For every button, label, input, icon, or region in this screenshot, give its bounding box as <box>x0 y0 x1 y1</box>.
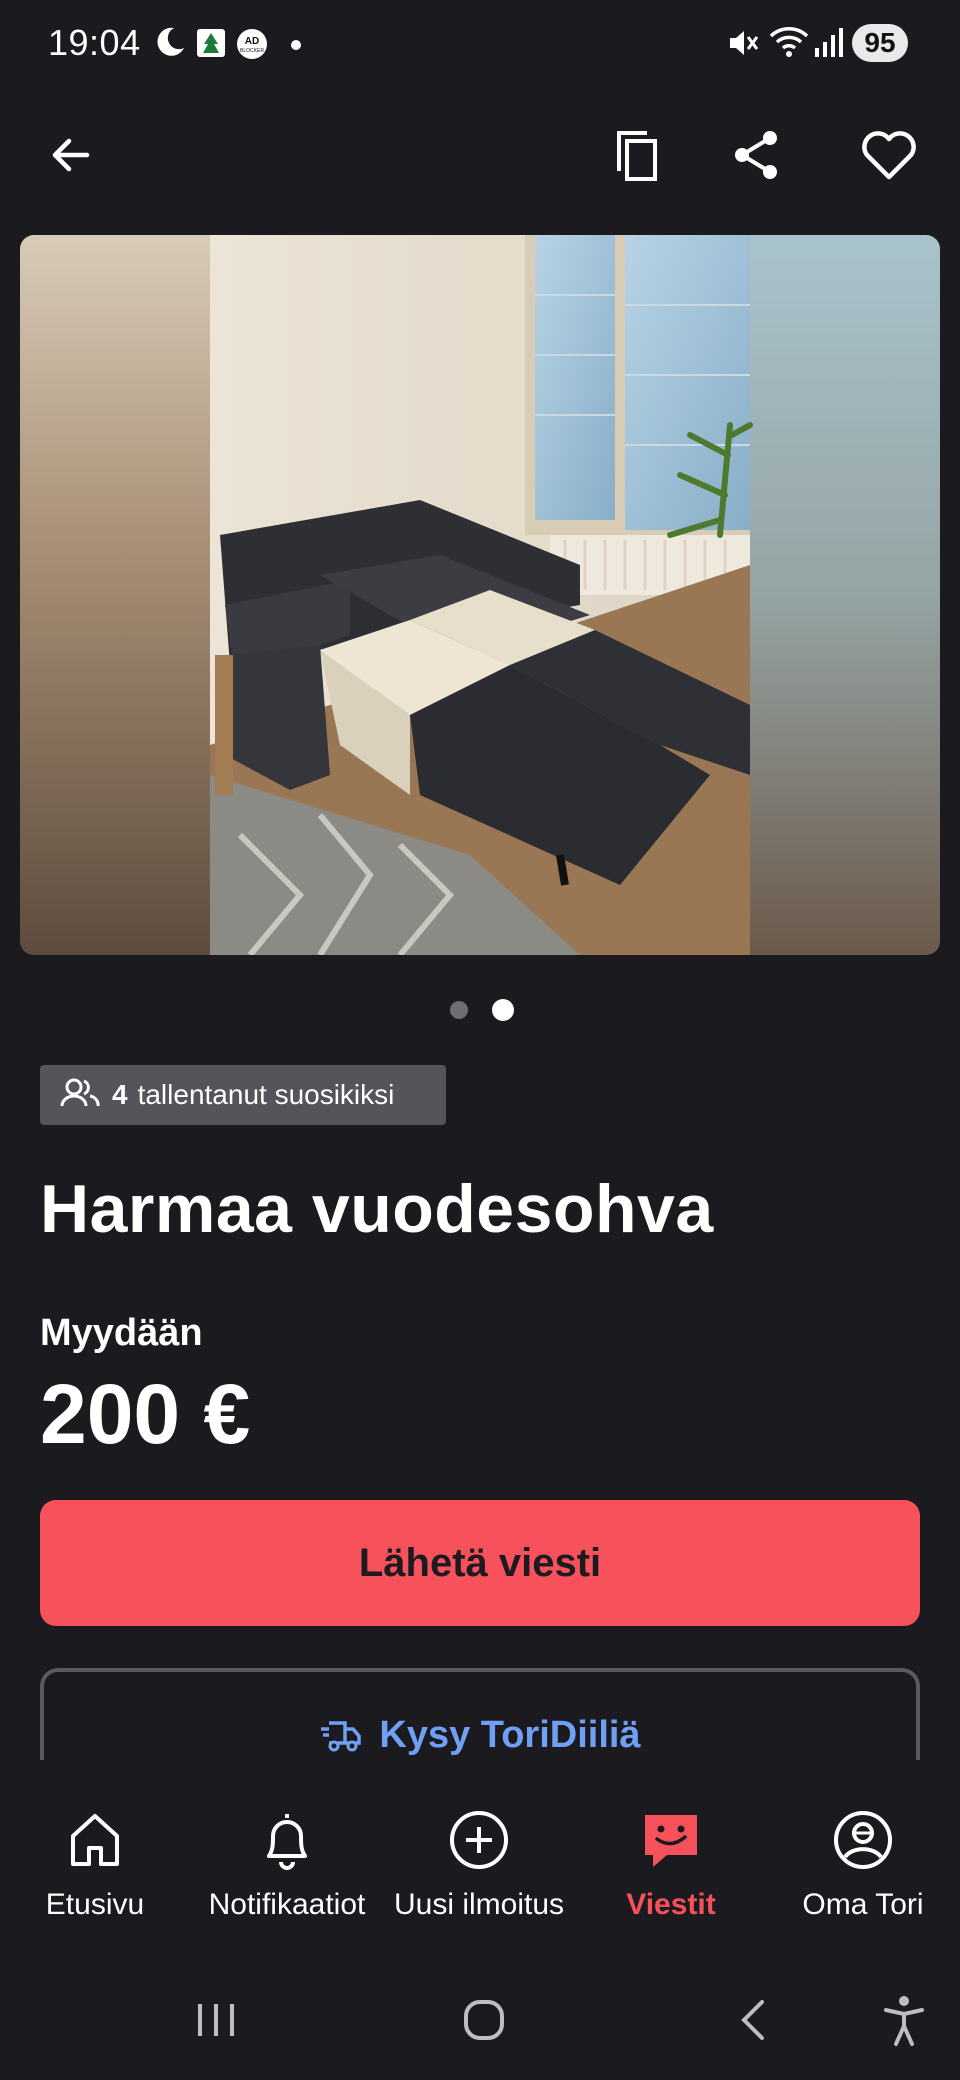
send-message-label: Lähetä viesti <box>358 1540 602 1585</box>
chat-icon <box>576 1800 766 1880</box>
trade-type: Myydään <box>40 1312 203 1354</box>
listing-photo <box>20 235 940 955</box>
nav-label: Notifikaatiot <box>208 1888 366 1921</box>
mute-icon <box>726 26 760 65</box>
favorites-label: tallentanut suosikiksi <box>137 1079 395 1110</box>
nav-item-notifikaatiot[interactable]: Notifikaatiot <box>192 1800 382 1950</box>
profile-icon <box>768 1800 958 1880</box>
favorites-count: 4 <box>112 1079 128 1110</box>
wifi-icon <box>768 24 810 65</box>
accessibility-icon[interactable] <box>864 1990 944 2050</box>
nav-label: Oma Tori <box>802 1888 924 1921</box>
nav-item-etusivu[interactable]: Etusivu <box>0 1800 190 1950</box>
listing-image-gallery[interactable] <box>20 235 940 955</box>
people-icon <box>60 1078 100 1113</box>
adblocker-icon: AD BLOCKER <box>236 28 268 65</box>
app-notification-icon <box>196 28 226 63</box>
system-navigation-bar <box>0 1960 960 2080</box>
plus-circle-icon <box>384 1800 574 1880</box>
recent-apps-icon[interactable] <box>176 1990 256 2050</box>
bottom-navigation: Etusivu Notifikaatiot Uusi ilmoitus Vies… <box>0 1760 960 1960</box>
nav-item-oma-tori[interactable]: Oma Tori <box>768 1800 958 1950</box>
svg-text:AD: AD <box>245 36 259 47</box>
status-time: 19:04 <box>48 22 141 63</box>
home-button-icon[interactable] <box>444 1990 524 2050</box>
listing-page: 19:04 AD BLOCKER 95 4 tallentanut suosik… <box>0 0 960 2080</box>
dot-icon <box>290 38 302 56</box>
home-icon <box>0 1800 190 1880</box>
back-arrow-icon[interactable] <box>36 120 106 190</box>
page-dot-2-active[interactable] <box>492 999 514 1021</box>
share-icon[interactable] <box>722 120 792 190</box>
status-bar: 19:04 AD BLOCKER 95 <box>0 0 960 90</box>
nav-item-uusi-ilmoitus[interactable]: Uusi ilmoitus <box>384 1800 574 1950</box>
back-button-icon[interactable] <box>714 1990 794 2050</box>
gallery-pagination <box>0 998 960 1022</box>
nav-label: Viestit <box>626 1888 716 1921</box>
listing-title: Harmaa vuodesohva <box>40 1171 714 1247</box>
svg-text:BLOCKER: BLOCKER <box>240 48 264 54</box>
moon-icon <box>152 24 188 65</box>
copy-icon[interactable] <box>602 120 672 190</box>
delivery-truck-icon <box>319 1719 362 1753</box>
signal-icon <box>814 26 844 63</box>
nav-label: Uusi ilmoitus <box>393 1888 565 1921</box>
favorites-badge: 4 tallentanut suosikiksi <box>40 1065 446 1125</box>
send-message-button[interactable]: Lähetä viesti <box>40 1500 920 1626</box>
heart-icon[interactable] <box>854 120 924 190</box>
bell-icon <box>192 1800 382 1880</box>
nav-item-viestit[interactable]: Viestit <box>576 1800 766 1950</box>
listing-price: 200 € <box>40 1367 251 1461</box>
ask-toridiili-label: Kysy ToriDiiliä <box>379 1714 641 1756</box>
nav-label: Etusivu <box>45 1888 145 1921</box>
page-dot-1[interactable] <box>450 1001 468 1019</box>
battery-indicator: 95 <box>852 24 908 62</box>
